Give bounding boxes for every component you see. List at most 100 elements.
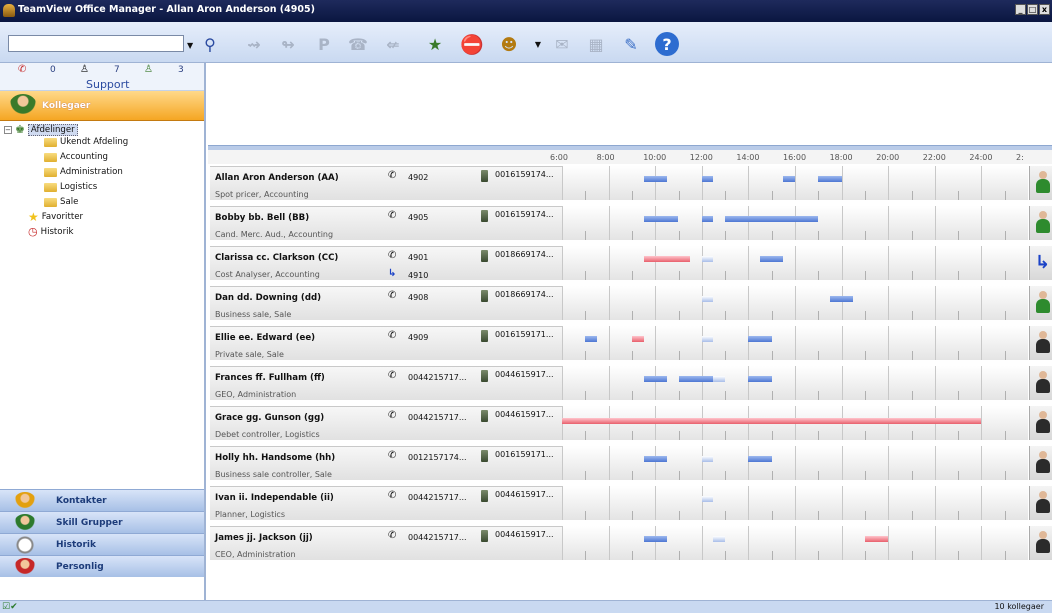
colleague-title: Cand. Merc. Aud., Accounting (215, 230, 334, 239)
tick-mark (562, 326, 563, 360)
tick-mark (678, 551, 680, 560)
mobile-icon (481, 290, 488, 302)
extension[interactable]: 0012157174... (408, 453, 467, 462)
do-not-disturb-icon[interactable]: ⛔ (460, 32, 484, 56)
mobile-number[interactable]: 0016159174... (495, 170, 554, 179)
grid-view-icon[interactable]: ▦ (584, 32, 608, 56)
transfer-call-icon[interactable]: ⇝ (242, 32, 266, 56)
colleague-info[interactable]: Ellie ee. Edward (ee) Private sale, Sale ✆… (210, 326, 562, 360)
extension[interactable]: 4902 (408, 173, 428, 182)
park-call-icon[interactable]: P (312, 32, 336, 56)
collapse-icon[interactable]: − (4, 125, 12, 134)
mobile-number[interactable]: 0016159171... (495, 450, 554, 459)
mobile-number[interactable]: 0044615917... (495, 490, 554, 499)
tick-mark (771, 351, 773, 360)
colleague-info[interactable]: Holly hh. Handsome (hh) Business sale con… (210, 446, 562, 480)
extension[interactable]: 4905 (408, 213, 428, 222)
colleague-info[interactable]: Bobby bb. Bell (BB) Cand. Merc. Aud., Acc… (210, 206, 562, 240)
tick-mark (655, 526, 657, 560)
nav-skill-grupper[interactable]: Skill Grupper (0, 511, 204, 533)
send-message-icon[interactable]: ✉ (550, 32, 574, 56)
colleague-row[interactable]: Grace gg. Gunson (gg) Debet controller, L… (208, 404, 1052, 442)
conference-icon[interactable]: ⇍ (381, 32, 405, 56)
mobile-number[interactable]: 0044615917... (495, 410, 554, 419)
search-dropdown-arrow[interactable]: ▼ (187, 41, 193, 50)
close-button[interactable]: x (1039, 4, 1050, 15)
status-bar: ☑✔ 10 kollegaer (0, 600, 1052, 613)
nav-personlig[interactable]: Personlig (0, 555, 204, 577)
colleague-row[interactable]: Bobby bb. Bell (BB) Cand. Merc. Aud., Acc… (208, 204, 1052, 242)
mobile-number[interactable]: 0044615917... (495, 370, 554, 379)
tick-mark (562, 486, 563, 520)
colleague-row[interactable]: Dan dd. Downing (dd) Business sale, Sale ✆… (208, 284, 1052, 322)
group-icon[interactable]: ★ (423, 32, 447, 56)
tree-item-dept[interactable]: Administration (44, 167, 123, 177)
colleague-info[interactable]: Frances ff. Fullham (ff) GEO, Administrat… (210, 366, 562, 400)
colleague-info[interactable]: James jj. Jackson (jj) CEO, Administratio… (210, 526, 562, 560)
tick-mark (631, 311, 633, 320)
status-avatar[interactable] (1029, 326, 1052, 360)
mobile-number[interactable]: 0044615917... (495, 530, 554, 539)
availability-chart (562, 286, 1028, 320)
presence-icon[interactable]: ☻ (497, 32, 521, 56)
status-avatar[interactable] (1029, 206, 1052, 240)
extension[interactable]: 0044215717... (408, 413, 467, 422)
tree-root[interactable]: − ♚ Afdelinger (4, 123, 78, 136)
mobile-number[interactable]: 0016159171... (495, 330, 554, 339)
tree-item-dept[interactable]: Sale (44, 197, 78, 207)
extension[interactable]: 4909 (408, 333, 428, 342)
status-avatar[interactable] (1029, 366, 1052, 400)
extension[interactable]: 4901 (408, 253, 428, 262)
tree-item-dept[interactable]: Ukendt Afdeling (44, 137, 128, 147)
tree-item-history[interactable]: ◷ Historik (28, 226, 73, 237)
presence-dropdown-icon[interactable]: ▼ (526, 32, 550, 56)
tree-item-dept[interactable]: Accounting (44, 152, 108, 162)
mobile-number[interactable]: 0016159174... (495, 210, 554, 219)
consult-transfer-icon[interactable]: ↬ (276, 32, 300, 56)
colleague-row[interactable]: Frances ff. Fullham (ff) GEO, Administrat… (208, 364, 1052, 402)
status-avatar[interactable]: ↳ (1029, 246, 1052, 280)
status-avatar[interactable] (1029, 526, 1052, 560)
search-icon[interactable]: ⚲ (198, 32, 222, 56)
hangup-icon[interactable]: ☎ (346, 32, 370, 56)
colleague-info[interactable]: Ivan ii. Independable (ii) Planner, Logis… (210, 486, 562, 520)
person-body-icon (1036, 339, 1050, 353)
extension[interactable]: 0044215717... (408, 373, 467, 382)
help-icon[interactable]: ? (655, 32, 679, 56)
edit-note-icon[interactable]: ✎ (619, 32, 643, 56)
tree-item-favorites[interactable]: ★ Favoritter (28, 211, 83, 223)
tick-mark (841, 446, 843, 480)
status-avatar[interactable] (1029, 446, 1052, 480)
minimize-button[interactable]: _ (1015, 4, 1026, 15)
nav-kontakter[interactable]: Kontakter (0, 489, 204, 511)
colleague-info[interactable]: Grace gg. Gunson (gg) Debet controller, L… (210, 406, 562, 440)
phone-icon: ✆ (388, 370, 397, 381)
tick-mark (748, 366, 750, 400)
colleague-info[interactable]: Clarissa cc. Clarkson (CC) Cost Analyser,… (210, 246, 562, 280)
colleague-row[interactable]: Ellie ee. Edward (ee) Private sale, Sale ✆… (208, 324, 1052, 362)
nav-kollegaer-header[interactable]: Kollegaer (0, 91, 204, 121)
colleague-row[interactable]: Allan Aron Anderson (AA) Spot pricer, Acc… (208, 164, 1052, 202)
colleague-row[interactable]: Holly hh. Handsome (hh) Business sale con… (208, 444, 1052, 482)
timeline-header: 6:00 8:00 10:00 12:00 14:00 16:00 18:00 20:00 22… (208, 150, 1052, 164)
extension[interactable]: 4908 (408, 293, 428, 302)
colleague-info[interactable]: Allan Aron Anderson (AA) Spot pricer, Acc… (210, 166, 562, 200)
tree-item-dept[interactable]: Logistics (44, 182, 97, 192)
colleague-row[interactable]: Ivan ii. Independable (ii) Planner, Logis… (208, 484, 1052, 522)
colleague-name: Grace gg. Gunson (gg) (215, 413, 325, 423)
colleague-row[interactable]: Clarissa cc. Clarkson (CC) Cost Analyser,… (208, 244, 1052, 282)
status-avatar[interactable] (1029, 406, 1052, 440)
colleague-info[interactable]: Dan dd. Downing (dd) Business sale, Sale ✆… (210, 286, 562, 320)
extension[interactable]: 0044215717... (408, 493, 467, 502)
status-avatar[interactable] (1029, 166, 1052, 200)
colleague-row[interactable]: James jj. Jackson (jj) CEO, Administratio… (208, 524, 1052, 562)
tick-mark (818, 431, 820, 440)
mobile-number[interactable]: 0018669174... (495, 250, 554, 259)
extension[interactable]: 0044215717... (408, 533, 467, 542)
status-avatar[interactable] (1029, 486, 1052, 520)
mobile-number[interactable]: 0018669174... (495, 290, 554, 299)
nav-historik[interactable]: Historik (0, 533, 204, 555)
search-input[interactable] (8, 35, 184, 52)
maximize-button[interactable]: □ (1027, 4, 1038, 15)
status-avatar[interactable] (1029, 286, 1052, 320)
